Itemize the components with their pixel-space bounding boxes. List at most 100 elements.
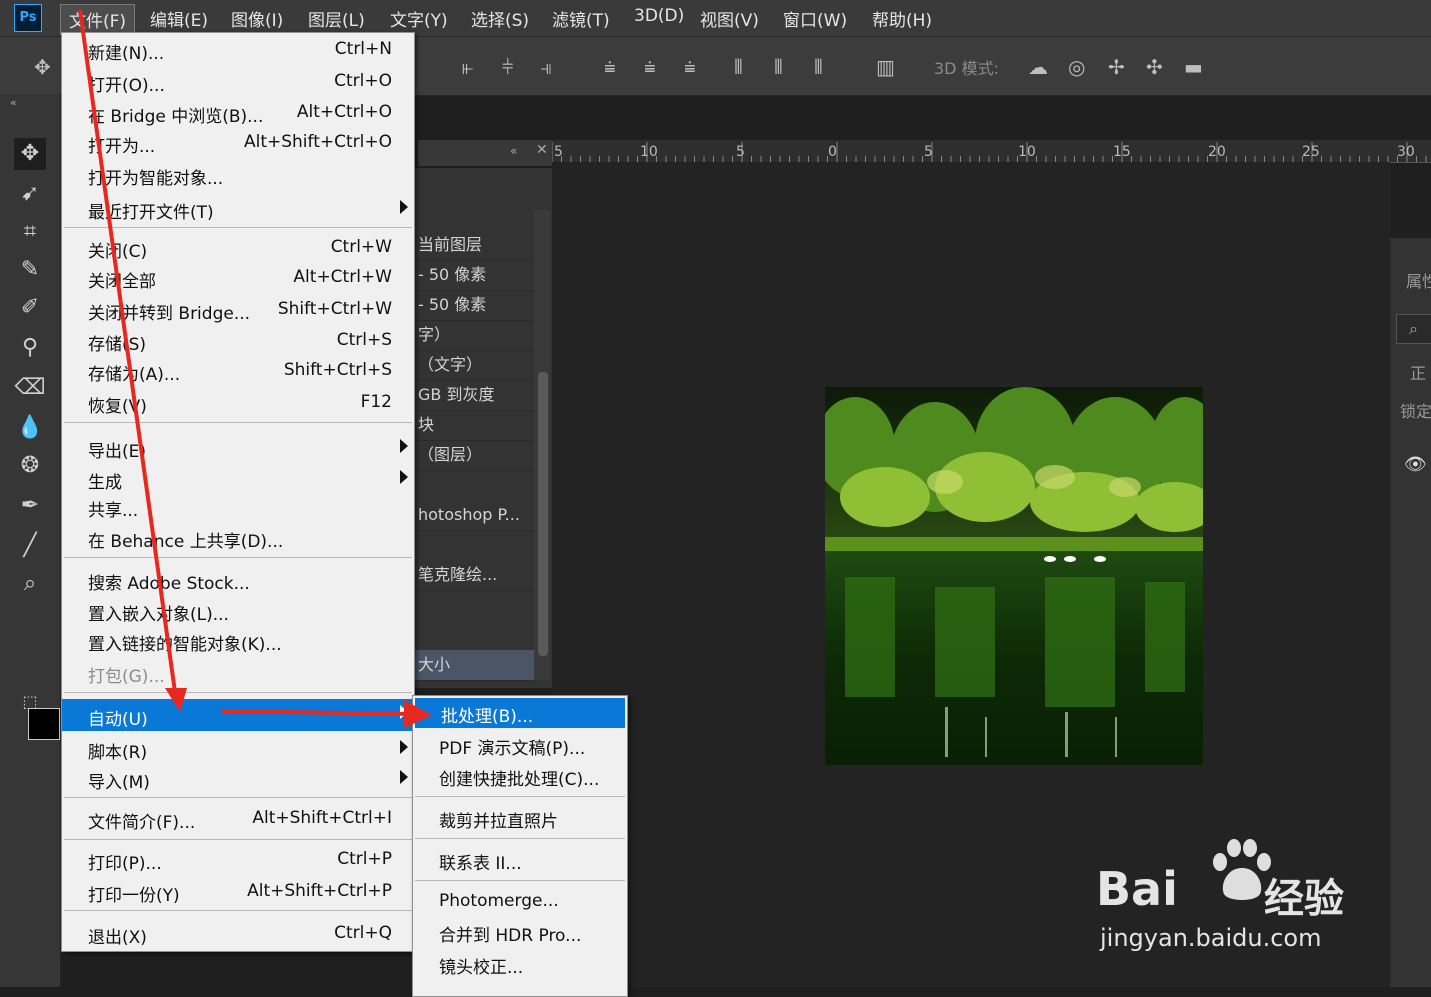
menu-item-place-linked[interactable]: 置入链接的智能对象(K)... xyxy=(62,626,414,656)
menu-item-place-embedded[interactable]: 置入嵌入对象(L)... xyxy=(62,596,414,626)
menu-3d[interactable]: 3D(D) xyxy=(634,6,684,26)
align-left-icon[interactable]: ⫦ xyxy=(462,57,473,77)
history-step[interactable]: - 50 像素 xyxy=(414,290,534,321)
healing-brush-icon[interactable]: ✐ xyxy=(14,292,46,324)
menu-type[interactable]: 文字(Y) xyxy=(390,6,448,31)
collapse-icon[interactable]: « xyxy=(10,96,17,109)
align-right-icon[interactable]: ⫣ xyxy=(540,57,552,77)
menu-item-behance[interactable]: 在 Behance 上共享(D)... xyxy=(62,523,414,553)
menu-separator xyxy=(64,797,412,798)
distribute-center-icon[interactable]: ⦀ xyxy=(774,57,783,77)
menu-item-photomerge[interactable]: Photomerge... xyxy=(413,887,627,917)
history-step[interactable]: GB 到灰度 xyxy=(414,380,534,411)
align-middle-icon[interactable]: ⩧ xyxy=(644,57,656,77)
history-step[interactable]: （文字） xyxy=(414,350,534,381)
sponge-tool-icon[interactable]: ❂ xyxy=(14,450,46,482)
align-bottom-icon[interactable]: ⩧ xyxy=(684,57,696,77)
menu-item-import[interactable]: 导入(M) xyxy=(62,764,414,794)
menu-image[interactable]: 图像(I) xyxy=(231,6,283,31)
line-tool-icon[interactable]: ╱ xyxy=(14,530,46,562)
menu-view[interactable]: 视图(V) xyxy=(700,6,759,31)
history-step[interactable]: 当前图层 xyxy=(414,230,534,261)
photoshop-logo: Ps xyxy=(14,4,42,32)
menu-item-batch[interactable]: 批处理(B)... xyxy=(415,698,625,728)
menu-item-package: 打包(G)... xyxy=(88,667,165,687)
menu-item-create-droplet[interactable]: 创建快捷批处理(C)... xyxy=(413,761,627,791)
menu-file[interactable]: 文件(F) xyxy=(60,4,136,35)
menu-item-generate[interactable]: 生成 xyxy=(62,464,414,494)
history-step[interactable]: （图层） xyxy=(414,440,534,471)
quick-mask-icon[interactable]: ⬚ xyxy=(14,686,46,718)
stamp-tool-icon[interactable]: ⚲ xyxy=(14,332,46,364)
menu-item-print-one-copy[interactable]: 打印一份(Y) Alt+Shift+Ctrl+P xyxy=(62,877,414,907)
zoom-tool-icon[interactable]: ⌕ xyxy=(14,568,46,600)
crop-tool-icon[interactable]: ⌗ xyxy=(14,216,46,248)
menu-item-file-info[interactable]: 文件简介(F)... Alt+Shift+Ctrl+I xyxy=(62,804,414,834)
menu-item-merge-hdr[interactable]: 合并到 HDR Pro... xyxy=(413,917,627,947)
blend-mode-select[interactable]: 正 xyxy=(1410,360,1426,384)
brush-tool-icon[interactable]: ✎ xyxy=(14,254,46,286)
menu-item-exit[interactable]: 退出(X) Ctrl+Q xyxy=(62,919,414,949)
menu-item-adobe-stock[interactable]: 搜索 Adobe Stock... xyxy=(62,565,414,595)
history-step[interactable]: 字） xyxy=(414,320,534,351)
menu-item-new[interactable]: 新建(N)... Ctrl+N xyxy=(62,35,414,65)
history-step[interactable]: 笔克隆绘... xyxy=(414,560,534,591)
menu-item-close-all[interactable]: 关闭全部 Alt+Ctrl+W xyxy=(62,263,414,293)
menu-item-save-as[interactable]: 存储为(A)... Shift+Ctrl+S xyxy=(62,356,414,386)
menu-edit[interactable]: 编辑(E) xyxy=(150,6,208,31)
menu-item-contact-sheet[interactable]: 联系表 II... xyxy=(413,845,627,875)
3d-slide-icon[interactable]: ✣ xyxy=(1146,57,1163,77)
3d-rotate-icon[interactable]: ☁ xyxy=(1028,57,1048,77)
history-step[interactable]: 块 xyxy=(414,410,534,441)
blur-tool-icon[interactable]: 💧 xyxy=(14,412,46,444)
align-top-icon[interactable]: ⩧ xyxy=(604,57,616,77)
menu-item-save[interactable]: 存储(S) Ctrl+S xyxy=(62,326,414,356)
distribute-right-icon[interactable]: ⦀ xyxy=(814,57,823,77)
pen-tool-icon[interactable]: ✒ xyxy=(14,490,46,522)
menu-item-share[interactable]: 共享... xyxy=(62,492,414,522)
submenu-arrow-icon xyxy=(400,740,408,754)
history-panel: 当前图层 - 50 像素 - 50 像素 字） （文字） GB 到灰度 块 （图… xyxy=(414,168,552,688)
menu-help[interactable]: 帮助(H) xyxy=(872,6,932,31)
menu-item-pdf-presentation[interactable]: PDF 演示文稿(P)... xyxy=(413,730,627,760)
menu-item-scripts[interactable]: 脚本(R) xyxy=(62,734,414,764)
menu-item-open-as[interactable]: 打开为... Alt+Shift+Ctrl+O xyxy=(62,128,414,158)
history-scrollbar-thumb[interactable] xyxy=(538,372,548,656)
menu-item-print[interactable]: 打印(P)... Ctrl+P xyxy=(62,845,414,875)
collapse-panel-icon[interactable]: « xyxy=(510,144,517,158)
auto-align-icon[interactable]: ▥ xyxy=(876,57,895,77)
menu-item-open-smart-object[interactable]: 打开为智能对象... xyxy=(62,160,414,190)
align-center-icon[interactable]: ⫩ xyxy=(502,57,513,77)
menu-item-lens-correction[interactable]: 镜头校正... xyxy=(413,949,627,979)
history-step[interactable]: - 50 像素 xyxy=(414,260,534,291)
search-icon[interactable]: ⌕ xyxy=(1396,314,1431,344)
3d-roll-icon[interactable]: ◎ xyxy=(1068,57,1085,77)
menu-filter[interactable]: 滤镜(T) xyxy=(552,6,610,31)
menu-item-crop-straighten[interactable]: 裁剪并拉直照片 xyxy=(413,803,627,833)
menu-item-recent[interactable]: 最近打开文件(T) xyxy=(62,194,414,224)
eraser-tool-icon[interactable]: ⌫ xyxy=(14,372,46,404)
menu-separator xyxy=(415,838,625,839)
menu-item-export[interactable]: 导出(E) xyxy=(62,433,414,463)
menu-window[interactable]: 窗口(W) xyxy=(783,6,847,31)
menu-item-revert[interactable]: 恢复(V) F12 xyxy=(62,388,414,418)
submenu-arrow-icon xyxy=(400,439,408,453)
menu-item-automate[interactable]: 自动(U) xyxy=(62,699,414,731)
lasso-tool-icon[interactable]: ➹ xyxy=(14,178,46,210)
menu-item-open[interactable]: 打开(O)... Ctrl+O xyxy=(62,67,414,97)
visibility-eye-icon[interactable]: 👁 xyxy=(1404,454,1427,475)
ruler-label: 5 xyxy=(924,144,933,160)
history-step[interactable]: hotoshop P... xyxy=(414,500,534,531)
move-tool-icon[interactable]: ✥ xyxy=(14,138,46,170)
menu-item-close-to-bridge[interactable]: 关闭并转到 Bridge... Shift+Ctrl+W xyxy=(62,295,414,325)
3d-pan-icon[interactable]: ✢ xyxy=(1108,57,1125,77)
menu-layer[interactable]: 图层(L) xyxy=(308,6,365,31)
distribute-left-icon[interactable]: ⦀ xyxy=(734,57,743,77)
3d-scale-icon[interactable]: ▬ xyxy=(1184,57,1203,77)
menu-select[interactable]: 选择(S) xyxy=(471,6,529,31)
move-tool-icon[interactable]: ✥ xyxy=(34,57,51,77)
menu-item-browse-bridge[interactable]: 在 Bridge 中浏览(B)... Alt+Ctrl+O xyxy=(62,98,414,128)
menu-item-close[interactable]: 关闭(C) Ctrl+W xyxy=(62,233,414,263)
history-step-selected[interactable]: 大小 xyxy=(414,650,534,681)
close-panel-icon[interactable]: ✕ xyxy=(536,142,548,158)
